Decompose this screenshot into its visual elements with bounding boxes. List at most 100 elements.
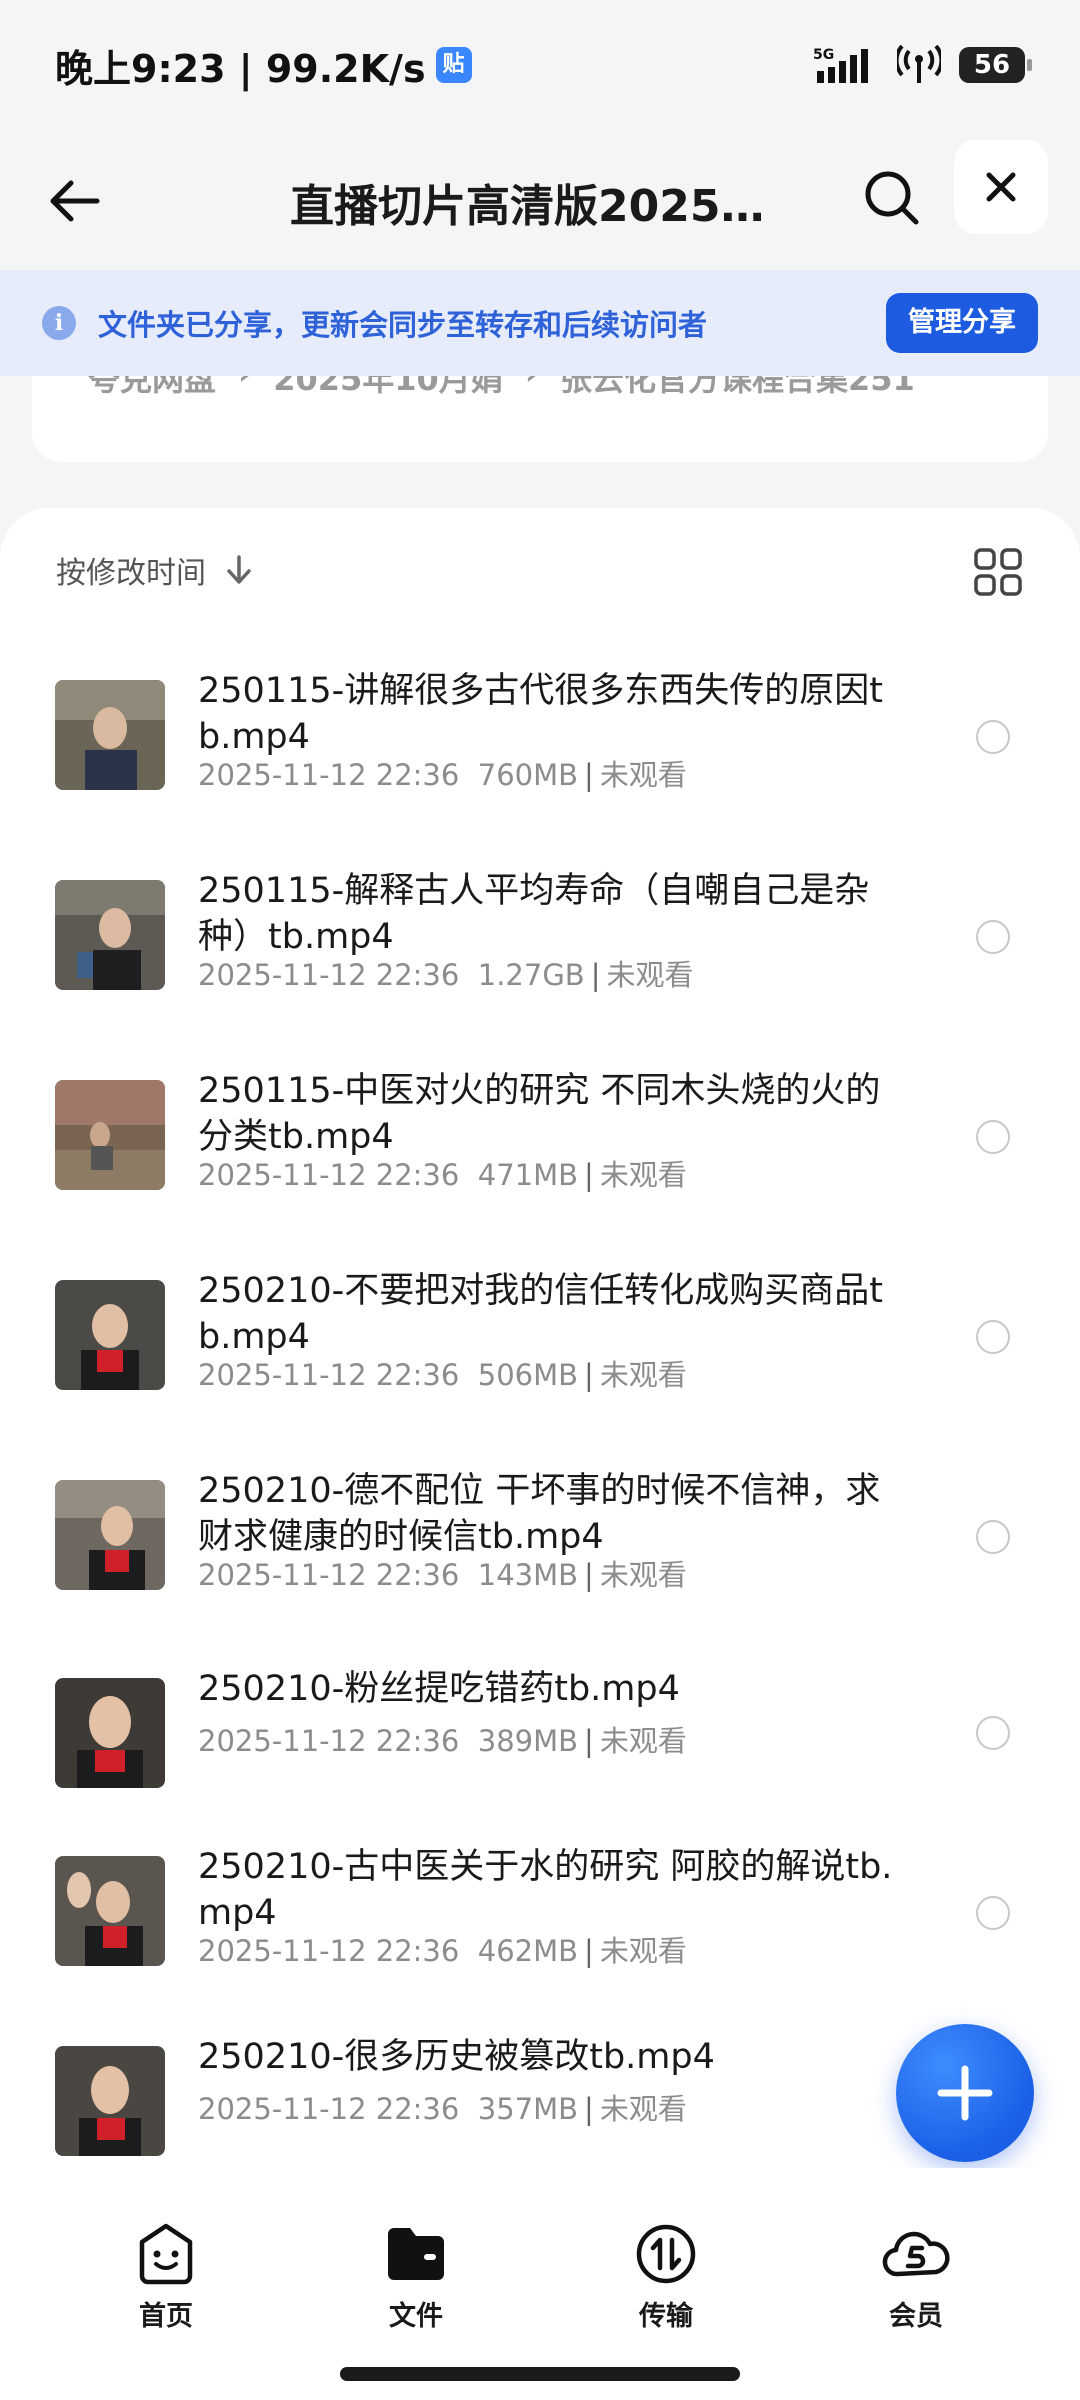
- file-size: 357MB: [477, 2092, 579, 2126]
- status-app-badge: 贴: [435, 47, 472, 83]
- nav-home-label: 首页: [139, 2301, 193, 2332]
- file-size: 760MB: [477, 758, 579, 792]
- file-meta: 2025-11-12 22:36 389MB | 未观看: [198, 1724, 687, 1758]
- file-item[interactable]: 250210-粉丝提吃错药tb.mp4 2025-11-12 22:36 389…: [0, 1658, 1080, 1834]
- watch-status: 未观看: [599, 1558, 687, 1592]
- breadcrumb-separator: ›: [525, 376, 538, 400]
- file-meta: 2025-11-12 22:36 760MB | 未观看: [198, 758, 687, 792]
- select-radio[interactable]: [976, 1716, 1010, 1750]
- member-cloud-icon: [882, 2231, 950, 2277]
- file-date: 2025-11-12 22:36: [198, 1158, 460, 1192]
- file-size: 389MB: [477, 1724, 579, 1758]
- select-radio[interactable]: [976, 920, 1010, 954]
- watch-status: 未观看: [599, 2092, 687, 2126]
- home-smile-icon: [139, 2223, 193, 2285]
- file-name: 250210-古中医关于水的研究 阿胶的解说tb.mp4: [198, 1847, 893, 1933]
- breadcrumb-card: 夸克网盘 › 2025年10月娟 › 张云化官方课程合集251: [32, 376, 1048, 462]
- nav-transfer[interactable]: 传输: [596, 2218, 736, 2333]
- select-radio[interactable]: [976, 720, 1010, 754]
- nav-files[interactable]: 文件: [346, 2218, 486, 2333]
- close-button[interactable]: [954, 140, 1048, 234]
- select-radio[interactable]: [976, 1320, 1010, 1354]
- breadcrumb-separator: ›: [238, 376, 251, 400]
- search-button[interactable]: [852, 158, 932, 238]
- file-item[interactable]: 250210-德不配位 干坏事的时候不信神，求财求健康的时候信tb.mp4 20…: [0, 1458, 1080, 1658]
- file-name: 250210-很多历史被篡改tb.mp4: [198, 2037, 715, 2077]
- folder-icon: [388, 2228, 444, 2280]
- watch-status: 未观看: [599, 1934, 687, 1968]
- file-name: 250115-解释古人平均寿命（自嘲自己是杂种）tb.mp4: [198, 871, 870, 957]
- file-name: 250210-德不配位 干坏事的时候不信神，求财求健康的时候信tb.mp4: [198, 1471, 881, 1557]
- home-indicator[interactable]: [340, 2367, 740, 2381]
- file-date: 2025-11-12 22:36: [198, 1934, 460, 1968]
- video-thumbnail: [55, 1080, 165, 1190]
- page: 晚上9:23 | 99.2K/s 贴 5G 56 直播切片高清版2025年...…: [0, 0, 1080, 2400]
- nav-home[interactable]: 首页: [96, 2218, 236, 2333]
- share-banner: i 文件夹已分享，更新会同步至转存和后续访问者 管理分享: [0, 270, 1080, 376]
- video-thumbnail: [55, 1280, 165, 1390]
- file-item[interactable]: 250115-解释古人平均寿命（自嘲自己是杂种）tb.mp4 2025-11-1…: [0, 858, 1080, 1058]
- info-icon: i: [42, 306, 76, 340]
- file-date: 2025-11-12 22:36: [198, 758, 460, 792]
- file-date: 2025-11-12 22:36: [198, 1724, 460, 1758]
- file-item[interactable]: 250115-中医对火的研究 不同木头烧的火的分类tb.mp4 2025-11-…: [0, 1058, 1080, 1258]
- file-item[interactable]: 250210-不要把对我的信任转化成购买商品tb.mp4 2025-11-12 …: [0, 1258, 1080, 1458]
- share-notice: 文件夹已分享，更新会同步至转存和后续访问者: [98, 308, 708, 342]
- add-button[interactable]: [896, 2024, 1034, 2162]
- breadcrumb-item[interactable]: 2025年10月娟: [273, 376, 503, 400]
- watch-status: 未观看: [599, 1358, 687, 1392]
- arrow-left-icon: [50, 180, 100, 222]
- file-name: 250115-讲解很多古代很多东西失传的原因tb.mp4: [198, 671, 883, 757]
- sort-control[interactable]: 按修改时间: [56, 548, 254, 592]
- file-size: 1.27GB: [477, 958, 585, 992]
- grid-view-icon: [974, 548, 1022, 596]
- nav-member-label: 会员: [889, 2301, 943, 2332]
- sort-label: 按修改时间: [56, 556, 206, 591]
- file-meta: 2025-11-12 22:36 471MB | 未观看: [198, 1158, 687, 1192]
- close-icon: [986, 172, 1016, 202]
- file-date: 2025-11-12 22:36: [198, 1358, 460, 1392]
- file-meta: 2025-11-12 22:36 357MB | 未观看: [198, 2092, 687, 2126]
- select-radio[interactable]: [976, 1520, 1010, 1554]
- search-icon: [865, 171, 919, 225]
- file-date: 2025-11-12 22:36: [198, 1558, 460, 1592]
- breadcrumb: 夸克网盘 › 2025年10月娟 › 张云化官方课程合集251: [88, 376, 915, 400]
- back-button[interactable]: [40, 166, 110, 236]
- file-name: 250115-中医对火的研究 不同木头烧的火的分类tb.mp4: [198, 1071, 881, 1157]
- nav-member[interactable]: 会员: [846, 2218, 986, 2333]
- file-size: 462MB: [477, 1934, 579, 1968]
- video-thumbnail: [55, 1856, 165, 1966]
- cellular-signal-icon: 5G: [813, 47, 868, 83]
- manage-share-button[interactable]: 管理分享: [886, 293, 1038, 353]
- file-item[interactable]: 250115-讲解很多古代很多东西失传的原因tb.mp4 2025-11-12 …: [0, 658, 1080, 858]
- file-size: 143MB: [477, 1558, 579, 1592]
- nav-transfer-label: 传输: [639, 2301, 693, 2332]
- breadcrumb-item[interactable]: 夸克网盘: [88, 376, 216, 400]
- file-meta: 2025-11-12 22:36 1.27GB | 未观看: [198, 958, 694, 992]
- file-meta: 2025-11-12 22:36 462MB | 未观看: [198, 1934, 687, 1968]
- grid-view-toggle[interactable]: [972, 546, 1024, 598]
- nav-files-label: 文件: [389, 2301, 443, 2332]
- video-thumbnail: [55, 1678, 165, 1788]
- video-thumbnail: [55, 880, 165, 990]
- file-date: 2025-11-12 22:36: [198, 2092, 460, 2126]
- watch-status: 未观看: [599, 1724, 687, 1758]
- page-title: 直播切片高清版2025年...: [290, 181, 790, 232]
- file-item[interactable]: 250210-古中医关于水的研究 阿胶的解说tb.mp4 2025-11-12 …: [0, 1834, 1080, 2034]
- file-date: 2025-11-12 22:36: [198, 958, 460, 992]
- watch-status: 未观看: [599, 1158, 687, 1192]
- watch-status: 未观看: [606, 958, 694, 992]
- file-size: 471MB: [477, 1158, 579, 1192]
- transfer-icon: [636, 2224, 696, 2284]
- battery-icon: 56: [959, 47, 1032, 83]
- file-meta: 2025-11-12 22:36 506MB | 未观看: [198, 1358, 687, 1392]
- file-meta: 2025-11-12 22:36 143MB | 未观看: [198, 1558, 687, 1592]
- status-time: 晚上9:23 | 99.2K/s: [55, 46, 426, 91]
- file-size: 506MB: [477, 1358, 579, 1392]
- breadcrumb-item[interactable]: 张云化官方课程合集251: [560, 376, 915, 400]
- select-radio[interactable]: [976, 1120, 1010, 1154]
- select-radio[interactable]: [976, 1896, 1010, 1930]
- watch-status: 未观看: [599, 758, 687, 792]
- status-indicators: 5G 56: [813, 45, 1032, 85]
- plus-icon: [937, 2065, 993, 2121]
